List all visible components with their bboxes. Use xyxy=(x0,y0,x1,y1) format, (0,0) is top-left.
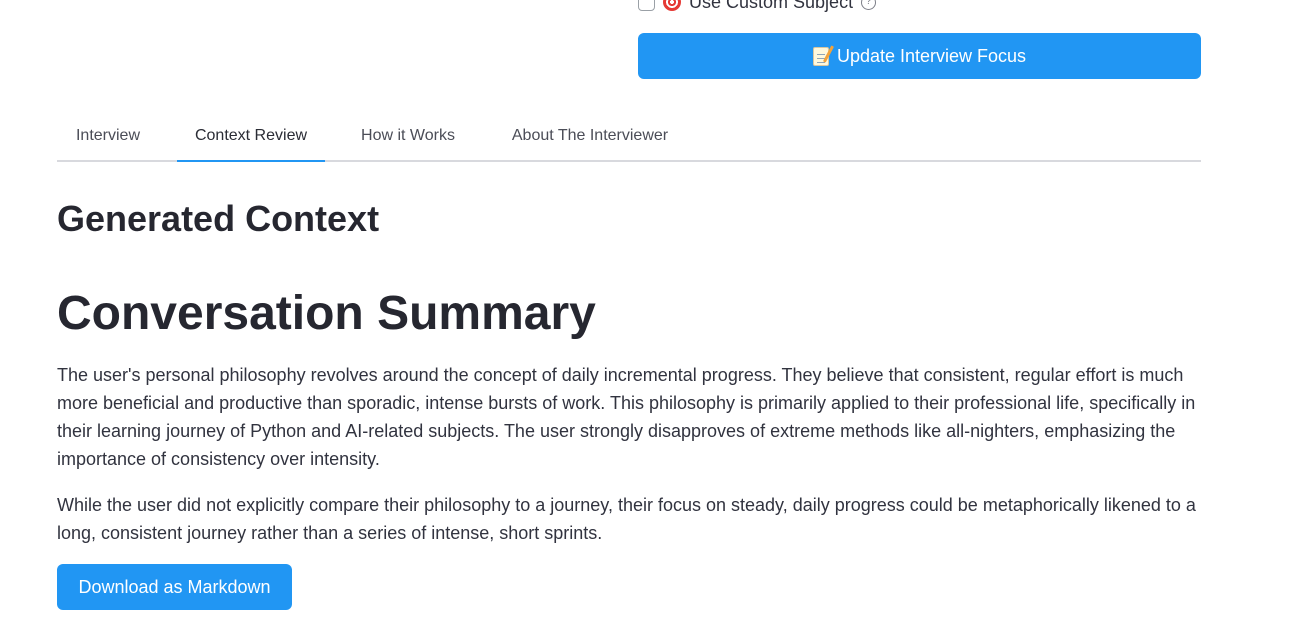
download-markdown-button[interactable]: Download as Markdown xyxy=(57,564,292,610)
tab-how-it-works[interactable]: How it Works xyxy=(343,112,473,160)
custom-subject-row: Use Custom Subject ? xyxy=(638,0,877,13)
target-icon xyxy=(663,0,681,11)
memo-icon xyxy=(812,46,829,66)
conversation-summary-title: Conversation Summary xyxy=(57,287,596,340)
generated-context-title: Generated Context xyxy=(57,198,380,239)
help-icon[interactable]: ? xyxy=(861,0,877,10)
update-interview-focus-button[interactable]: Update Interview Focus xyxy=(638,33,1201,79)
tab-context-review[interactable]: Context Review xyxy=(177,112,325,162)
tab-bar: Interview Context Review How it Works Ab… xyxy=(57,112,1201,162)
custom-subject-label[interactable]: Use Custom Subject xyxy=(689,0,853,13)
update-interview-focus-label: Update Interview Focus xyxy=(836,45,1027,66)
tab-about-the-interviewer[interactable]: About The Interviewer xyxy=(491,112,689,160)
custom-subject-checkbox[interactable] xyxy=(638,0,655,11)
summary-paragraph-1: The user's personal philosophy revolves … xyxy=(57,365,1196,469)
tab-interview[interactable]: Interview xyxy=(57,112,159,160)
summary-paragraph-2: While the user did not explicitly compar… xyxy=(57,495,1196,543)
